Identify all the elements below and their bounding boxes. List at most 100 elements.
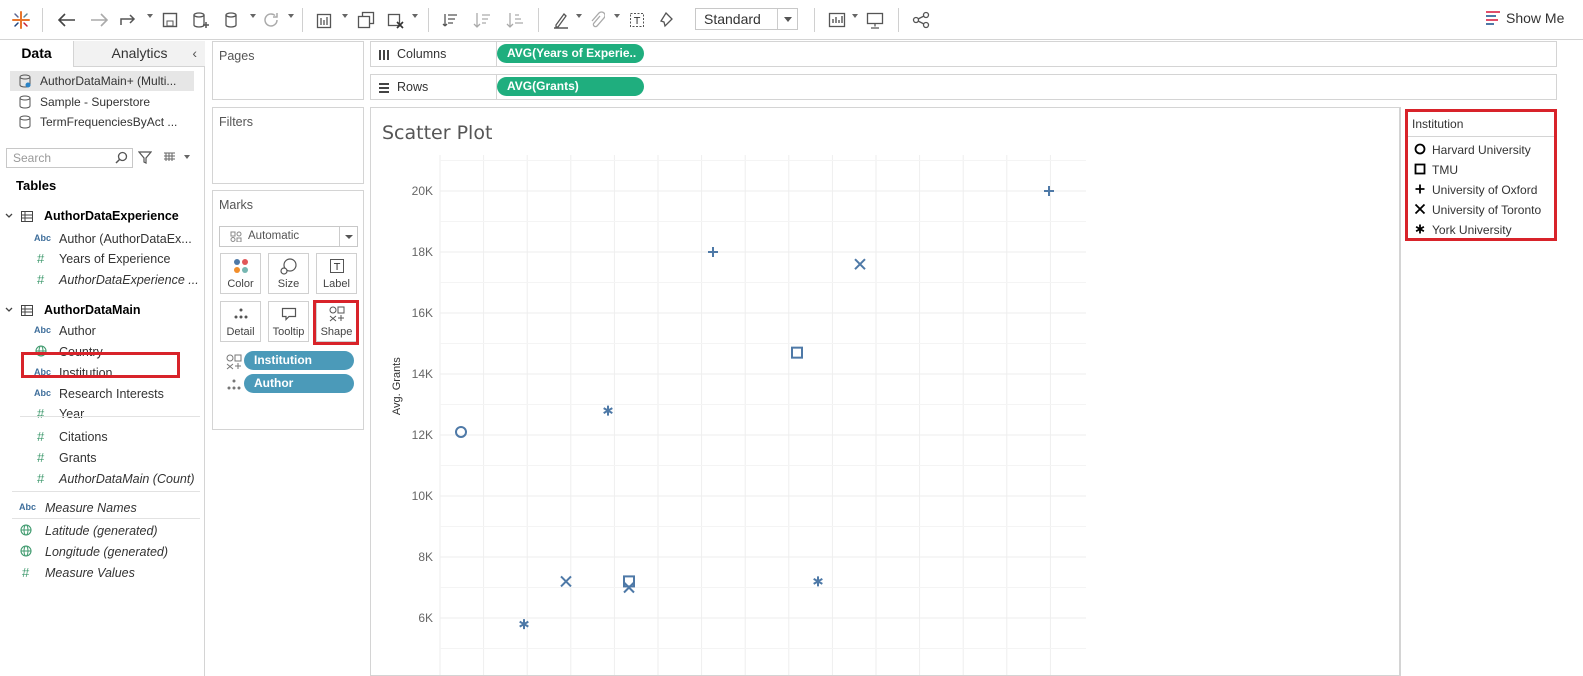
highlight-box-shape: [313, 300, 359, 345]
chevron-down-icon[interactable]: [777, 9, 797, 29]
redo-icon[interactable]: [88, 8, 110, 32]
filters-card[interactable]: Filters: [212, 107, 364, 184]
field-longitude-generated[interactable]: Longitude (generated): [0, 543, 200, 563]
filter-icon[interactable]: [138, 150, 152, 164]
legend-item-harvard-university[interactable]: Harvard University: [1414, 141, 1554, 159]
field-latitude-generated[interactable]: Latitude (generated): [0, 522, 200, 542]
data-point-plus[interactable]: [1044, 186, 1054, 196]
globe-icon: [20, 545, 32, 557]
label-button[interactable]: T Label: [316, 253, 357, 294]
fix-axes-icon[interactable]: [658, 8, 680, 32]
data-pane: Data Analytics ‹ AuthorDataMain+ (Multi..…: [0, 41, 205, 676]
field-label: Latitude (generated): [45, 524, 158, 538]
pill-author[interactable]: Author: [244, 374, 354, 393]
new-datasource-icon[interactable]: [190, 8, 212, 32]
field-year[interactable]: # Year: [0, 405, 200, 425]
field-author-authordataex[interactable]: Abc Author (AuthorDataEx...: [0, 230, 200, 250]
presentation-mode-icon[interactable]: [864, 8, 886, 32]
swap-icon[interactable]: [440, 8, 462, 32]
undo-icon[interactable]: [56, 8, 78, 32]
chevron-down-icon[interactable]: [339, 227, 357, 246]
pill-avg-grants[interactable]: AVG(Grants): [497, 77, 644, 96]
fit-dropdown-value: Standard: [704, 11, 761, 27]
field-authordataexperience[interactable]: # AuthorDataExperience ...: [0, 271, 200, 291]
field-measure-names[interactable]: Abc Measure Names: [0, 499, 200, 519]
highlight-icon[interactable]: [550, 8, 572, 32]
datasource-superstore[interactable]: Sample - Superstore: [10, 92, 194, 112]
size-label: Size: [277, 278, 300, 290]
chevron-down-icon[interactable]: [5, 307, 13, 313]
field-label: Measure Values: [45, 566, 135, 580]
legend-item-tmu[interactable]: TMU: [1414, 161, 1554, 179]
rows-shelf[interactable]: Rows AVG(Grants): [370, 74, 1557, 100]
clear-sheet-icon[interactable]: [385, 8, 407, 32]
sort-descending-icon[interactable]: [504, 8, 526, 32]
tab-data[interactable]: Data: [0, 41, 74, 67]
pill-avg-years-of-experience[interactable]: AVG(Years of Experie..: [497, 44, 644, 63]
field-label: Author (AuthorDataEx...: [59, 232, 192, 246]
fit-dropdown[interactable]: Standard: [695, 8, 798, 30]
show-cards-icon[interactable]: [826, 8, 848, 32]
new-worksheet-icon[interactable]: [314, 8, 336, 32]
datasource-authordatamain[interactable]: AuthorDataMain+ (Multi...: [10, 71, 194, 91]
group-members-icon[interactable]: [586, 8, 608, 32]
color-button[interactable]: Color: [220, 253, 261, 294]
tableau-logo-icon[interactable]: [10, 8, 32, 32]
automatic-mark-icon: [230, 231, 242, 242]
pause-updates-icon[interactable]: [222, 8, 244, 32]
legend-item-label: Harvard University: [1432, 143, 1531, 157]
tooltip-button[interactable]: Tooltip: [268, 301, 309, 342]
plus-shape-icon: [1415, 184, 1425, 194]
field-authordatamain-count[interactable]: # AuthorDataMain (Count): [0, 470, 200, 490]
columns-shelf[interactable]: Columns AVG(Years of Experie..: [370, 41, 1557, 67]
share-icon[interactable]: [910, 8, 932, 32]
data-point-asterisk[interactable]: [813, 576, 823, 587]
field-measure-values[interactable]: # Measure Values: [0, 564, 200, 584]
detail-button[interactable]: Detail: [220, 301, 261, 342]
data-point-cross[interactable]: [560, 575, 572, 588]
view-options-icon[interactable]: [163, 152, 191, 162]
rows-icon: [379, 83, 389, 93]
data-point-plus[interactable]: [708, 247, 718, 257]
search-input[interactable]: Search: [6, 148, 133, 168]
legend-title[interactable]: Institution: [1412, 117, 1463, 131]
size-button[interactable]: Size: [268, 253, 309, 294]
legend-item-york-university[interactable]: York University: [1414, 221, 1554, 239]
show-me-button[interactable]: Show Me: [1486, 10, 1564, 26]
y-axis-label: Avg. Grants: [391, 357, 403, 415]
field-label: Years of Experience: [59, 252, 171, 266]
table-authordatamain[interactable]: AuthorDataMain: [0, 301, 205, 321]
save-icon[interactable]: [160, 8, 180, 32]
field-research-interests[interactable]: Abc Research Interests: [0, 385, 200, 405]
square-shape-icon: [1414, 163, 1426, 175]
sort-ascending-icon[interactable]: [471, 8, 493, 32]
collapse-pane-icon[interactable]: ‹: [192, 45, 197, 61]
field-citations[interactable]: # Citations: [0, 428, 200, 448]
show-mark-labels-icon[interactable]: T: [626, 8, 648, 32]
field-label: Measure Names: [45, 501, 137, 515]
legend-item-university-of-oxford[interactable]: University of Oxford: [1414, 181, 1554, 199]
table-authordataexperience[interactable]: AuthorDataExperience: [0, 207, 205, 227]
string-type-icon: Abc: [19, 502, 37, 512]
data-point-square[interactable]: [791, 346, 803, 359]
label-icon: T: [329, 259, 344, 273]
mark-type-dropdown[interactable]: Automatic: [219, 226, 358, 247]
field-author[interactable]: Abc Author: [0, 322, 200, 342]
tab-analytics[interactable]: Analytics ‹: [74, 41, 205, 67]
y-tick-label: 6K: [418, 611, 433, 625]
chevron-down-icon[interactable]: [5, 213, 13, 219]
redirect-icon[interactable]: [117, 8, 141, 32]
field-grants[interactable]: # Grants: [0, 449, 200, 469]
legend-item-university-of-toronto[interactable]: University of Toronto: [1414, 201, 1554, 219]
pages-card[interactable]: Pages: [212, 41, 364, 100]
data-point-cross[interactable]: [854, 258, 866, 270]
field-label: Research Interests: [59, 387, 164, 401]
datasource-termfrequencies[interactable]: TermFrequenciesByAct ...: [10, 112, 194, 132]
data-point-asterisk[interactable]: [603, 405, 613, 416]
pill-institution[interactable]: Institution: [244, 351, 354, 370]
field-years-of-experience[interactable]: # Years of Experience: [0, 250, 200, 270]
datasource-label: AuthorDataMain+ (Multi...: [40, 74, 177, 88]
refresh-icon[interactable]: [260, 8, 282, 32]
duplicate-icon[interactable]: [355, 8, 377, 32]
detail-icon: [227, 379, 241, 390]
